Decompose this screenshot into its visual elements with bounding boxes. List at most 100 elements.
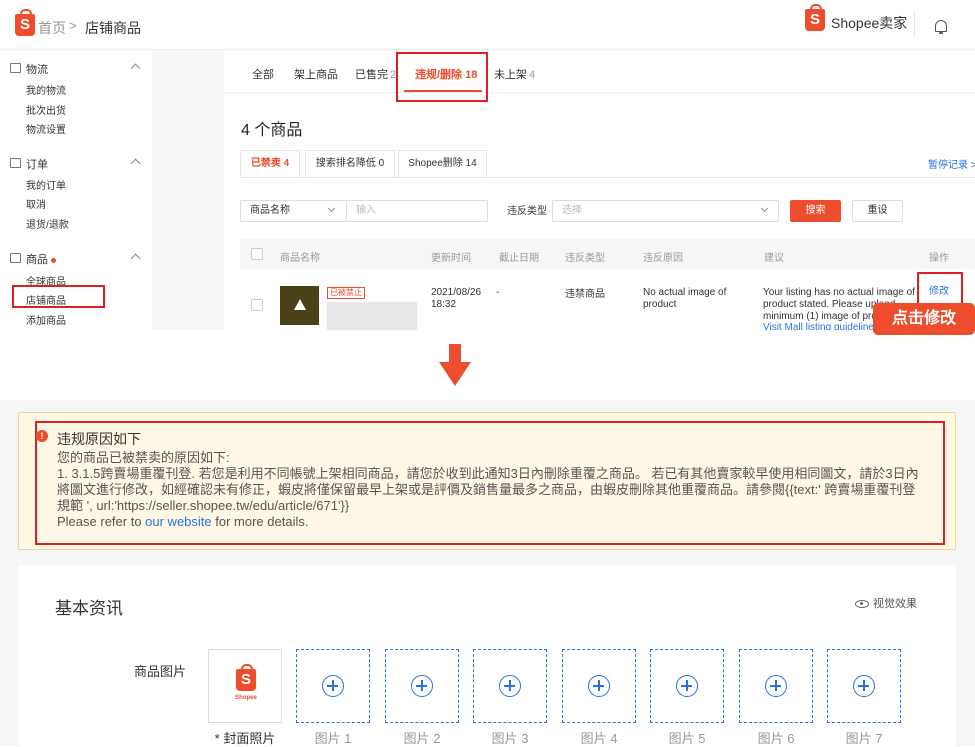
- our-website-link[interactable]: our website: [145, 514, 211, 529]
- truck-icon: [10, 63, 21, 73]
- alert-icon: !: [36, 430, 48, 442]
- violation-reason-line: product: [643, 299, 677, 310]
- down-arrow-icon: [449, 344, 461, 364]
- chevron-down-icon: [760, 204, 769, 213]
- reset-button[interactable]: 重设: [852, 200, 903, 222]
- seller-logo-icon: S: [805, 4, 825, 31]
- cover-image[interactable]: S Shopee: [208, 649, 282, 723]
- image-slot[interactable]: [473, 649, 547, 723]
- preview-button[interactable]: 视觉效果: [855, 595, 917, 611]
- sidebar-item-my-logistics[interactable]: 我的物流: [26, 82, 66, 97]
- shopee-logo-icon: S: [236, 664, 256, 691]
- tab-live[interactable]: 架上商品: [294, 66, 338, 82]
- image-slot[interactable]: [827, 649, 901, 723]
- plus-icon: [588, 675, 610, 697]
- notice-line: 1. 3.1.5跨賣場重覆刊登. 若您是利用不同帳號上架相同商品，請您於收到此通…: [57, 466, 919, 481]
- subtab-shopee-deleted[interactable]: Shopee删除 14: [398, 150, 487, 178]
- highlight-box: [396, 52, 488, 102]
- sidebar: 物流 我的物流 批次出货 物流设置 订单 我的订单 取消 退货/退款 商品 全球…: [0, 50, 152, 330]
- violation-type-label: 违反类型: [507, 206, 547, 217]
- cover-logo-text: Shopee: [235, 695, 257, 701]
- column-header[interactable]: 更新时间: [431, 249, 471, 264]
- sidebar-section-logistics[interactable]: 物流: [26, 61, 48, 77]
- image-slot[interactable]: [385, 649, 459, 723]
- search-input[interactable]: 输入: [346, 200, 488, 222]
- breadcrumb-current: 店铺商品: [85, 20, 141, 36]
- basic-info-card: 基本资讯 视觉效果 商品图片 S Shopee * 封面照片 图片 1 图片 2…: [18, 565, 956, 746]
- sidebar-item-batch-shipping[interactable]: 批次出货: [26, 102, 66, 117]
- suspension-record-link[interactable]: 暂停记录 >: [928, 156, 975, 171]
- filter-field-select[interactable]: 商品名称: [240, 200, 347, 222]
- image-slot[interactable]: [296, 649, 370, 723]
- image-slot-label: 图片 5: [668, 731, 706, 746]
- select-all-checkbox[interactable]: [251, 248, 263, 260]
- order-icon: [10, 158, 21, 168]
- row-checkbox[interactable]: [251, 299, 263, 311]
- product-thumbnail[interactable]: [280, 286, 319, 325]
- mall-guideline-link[interactable]: Visit Mall listing guideline: [763, 322, 874, 330]
- seller-center-title[interactable]: Shopee卖家: [831, 13, 907, 33]
- search-button[interactable]: 搜索: [790, 200, 841, 222]
- eye-icon: [855, 600, 869, 609]
- image-slot[interactable]: [739, 649, 813, 723]
- notice-line: 將圖文進行修改，如經確認未有修正，蝦皮將僅保留最早上架或是評價及銷售量最多之商品…: [57, 482, 916, 497]
- section-title: 基本资讯: [55, 599, 123, 618]
- sidebar-item-my-orders[interactable]: 我的订单: [26, 177, 66, 192]
- breadcrumb-home[interactable]: 首页: [38, 18, 66, 38]
- image-slot-label: 图片 7: [845, 731, 883, 746]
- sidebar-item-logistics-settings[interactable]: 物流设置: [26, 121, 66, 136]
- deadline: -: [496, 287, 500, 298]
- products-page: S 首页 > 店铺商品 S Shopee卖家 物流 我的物流 批次出货 物流设置…: [0, 0, 975, 335]
- tab-divider: [224, 92, 975, 93]
- product-count: 4 个商品: [241, 122, 303, 139]
- tab-unlisted[interactable]: 未上架 4: [494, 66, 535, 82]
- product-name-placeholder: [327, 302, 417, 330]
- sidebar-item-returns[interactable]: 退货/退款: [26, 216, 69, 231]
- chevron-up-icon[interactable]: [130, 158, 141, 169]
- click-edit-callout: 点击修改: [873, 303, 975, 335]
- violation-type: 违禁商品: [565, 289, 605, 300]
- notice-line: Please refer to our website for more det…: [57, 514, 309, 529]
- shopee-logo-icon[interactable]: S: [15, 9, 35, 36]
- violation-notice: ! 违规原因如下 您的商品已被禁卖的原因如下: 1. 3.1.5跨賣場重覆刊登.…: [18, 412, 956, 550]
- update-date: 2021/08/26: [431, 287, 482, 298]
- column-header: 违反类型: [565, 253, 605, 264]
- breadcrumb-separator: >: [69, 18, 77, 33]
- subtab-divider: [240, 177, 975, 178]
- violation-reason-line: No actual image of: [643, 287, 727, 298]
- image-slot-label: 图片 3: [491, 731, 529, 746]
- notice-title: 违规原因如下: [57, 431, 141, 447]
- sidebar-section-orders[interactable]: 订单: [26, 156, 48, 172]
- bell-icon[interactable]: [935, 20, 947, 34]
- content-gutter: [152, 50, 224, 330]
- header-divider: [914, 10, 915, 38]
- subtab-banned[interactable]: 已禁卖 4: [240, 150, 300, 178]
- chevron-up-icon[interactable]: [130, 253, 141, 264]
- highlight-box: [917, 272, 963, 306]
- plus-icon: [411, 675, 433, 697]
- tab-all[interactable]: 全部: [252, 66, 274, 82]
- status-badge: 已被禁止: [327, 287, 365, 299]
- sidebar-section-products[interactable]: 商品: [26, 251, 56, 267]
- subtab-rank-lowered[interactable]: 搜索排名降低 0: [305, 150, 395, 178]
- suggestion-line: Your listing has no actual image of: [763, 287, 915, 298]
- image-slot[interactable]: [562, 649, 636, 723]
- table-header: 商品名称 更新时间 截止日期 违反类型 违反原因 建议 操作: [240, 239, 975, 269]
- cover-image-label: * 封面照片: [214, 731, 276, 746]
- violation-type-select[interactable]: 选择: [552, 200, 779, 222]
- image-slot-label: 图片 1: [314, 731, 352, 746]
- chevron-up-icon[interactable]: [130, 63, 141, 74]
- chevron-down-icon: [327, 204, 336, 213]
- plus-icon: [676, 675, 698, 697]
- notification-dot: [51, 257, 56, 263]
- sidebar-item-add-product[interactable]: 添加商品: [26, 312, 66, 327]
- highlight-box: [12, 285, 105, 308]
- image-slot-label: 图片 2: [403, 731, 441, 746]
- notice-line: 您的商品已被禁卖的原因如下:: [57, 450, 230, 465]
- plus-icon: [499, 675, 521, 697]
- column-header: 操作: [929, 253, 949, 264]
- down-arrow-head: [439, 362, 471, 386]
- sidebar-item-cancel[interactable]: 取消: [26, 196, 46, 211]
- tab-sold-out[interactable]: 已售完 2: [355, 66, 396, 82]
- image-slot[interactable]: [650, 649, 724, 723]
